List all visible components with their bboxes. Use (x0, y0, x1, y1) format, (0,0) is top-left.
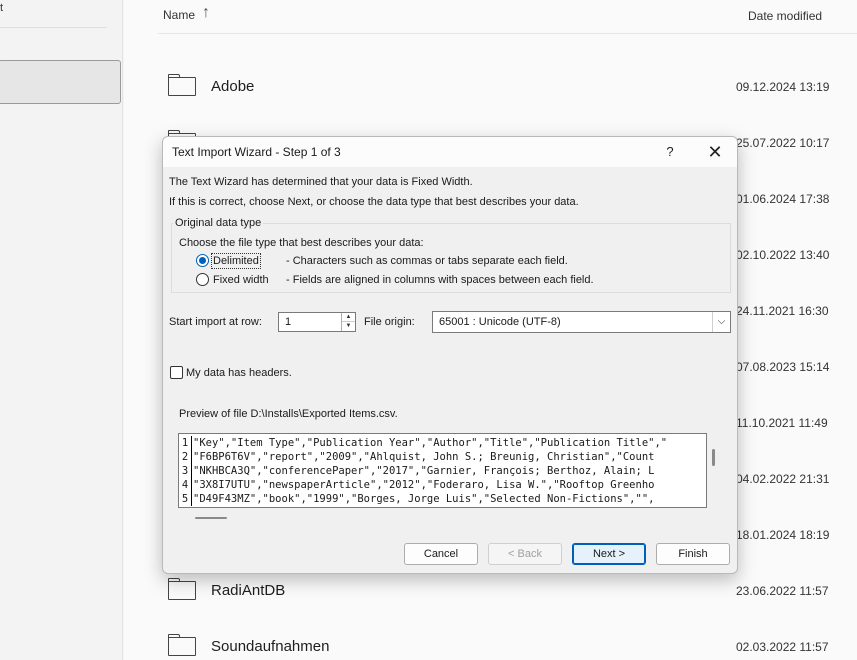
preview-label: Preview of file D:\Installs\Exported Ite… (179, 408, 398, 420)
preview-horizontal-scrollbar[interactable] (195, 517, 227, 519)
preview-line: 3 "NKHBCA3Q","conferencePaper","2017","Ga… (179, 464, 654, 478)
folder-icon (168, 74, 196, 96)
folder-date: 11.10.2021 11:49 (736, 416, 828, 430)
preview-line-number: 1 (179, 436, 192, 450)
preview-line-number: 4 (179, 478, 192, 492)
preview-line-text: "3X8I7UTU","newspaperArticle","2012","Fo… (193, 479, 655, 491)
headers-checkbox[interactable] (170, 366, 183, 379)
help-button[interactable]: ? (650, 137, 690, 167)
folder-date: 02.03.2022 11:57 (736, 640, 829, 654)
header-divider (158, 33, 857, 34)
group-title: Original data type (173, 217, 264, 229)
fixed-width-radio[interactable] (196, 273, 209, 286)
folder-row[interactable]: Soundaufnahmen 02.03.2022 11:57 (158, 620, 857, 660)
preview-line-text: "NKHBCA3Q","conferencePaper","2017","Gar… (193, 465, 655, 477)
nav-item-selected[interactable] (0, 60, 121, 104)
folder-date: 02.10.2022 13:40 (736, 248, 830, 262)
folder-date: 09.12.2024 13:19 (736, 80, 830, 94)
file-origin-label: File origin: (364, 316, 415, 328)
folder-date: 18.01.2024 18:19 (736, 528, 830, 542)
file-origin-value: 65001 : Unicode (UTF-8) (439, 316, 561, 328)
folder-icon (168, 634, 196, 656)
close-button[interactable]: ✕ (693, 137, 737, 167)
preview-line: 5 "D49F43MZ","book","1999","Borges, Jorge… (179, 492, 654, 506)
back-button[interactable]: < Back (488, 543, 562, 565)
folder-date: 01.06.2024 17:38 (736, 192, 830, 206)
delimited-label[interactable]: Delimited (211, 253, 261, 269)
text-import-wizard-dialog: Text Import Wizard - Step 1 of 3 ? ✕ The… (162, 136, 738, 574)
preview-line-number: 3 (179, 464, 192, 478)
fixed-width-label[interactable]: Fixed width (213, 274, 269, 286)
folder-name: RadiAntDB (211, 582, 286, 599)
delimited-description: - Characters such as commas or tabs sepa… (286, 255, 568, 267)
headers-label[interactable]: My data has headers. (186, 367, 292, 379)
folder-date: 24.11.2021 16:30 (736, 304, 829, 318)
nav-label: t (0, 2, 4, 14)
spinner-buttons: ▲ ▼ (341, 313, 355, 331)
preview-vertical-scrollbar[interactable] (712, 449, 715, 466)
screen: t Name ↑ Date modified Adobe 09.12.2024 … (0, 0, 857, 660)
next-button[interactable]: Next > (572, 543, 646, 565)
navigation-pane: t (0, 0, 123, 660)
finish-button[interactable]: Finish (656, 543, 730, 565)
folder-date: 25.07.2022 10:17 (736, 136, 830, 150)
wizard-instruction: If this is correct, choose Next, or choo… (169, 196, 579, 208)
delimited-radio[interactable] (196, 254, 209, 267)
preview-line-number: 5 (179, 492, 192, 506)
folder-date: 23.06.2022 11:57 (736, 584, 829, 598)
preview-line-text: "D49F43MZ","book","1999","Borges, Jorge … (193, 493, 655, 505)
cancel-button[interactable]: Cancel (404, 543, 478, 565)
folder-date: 04.02.2022 21:31 (736, 472, 830, 486)
folder-row[interactable]: Adobe 09.12.2024 13:19 (158, 60, 857, 116)
column-header-name[interactable]: Name (163, 8, 195, 22)
folder-name: Adobe (211, 78, 255, 95)
nav-divider (0, 27, 107, 28)
preview-line-text: "Key","Item Type","Publication Year","Au… (193, 437, 668, 449)
dialog-title: Text Import Wizard - Step 1 of 3 (172, 145, 341, 159)
wizard-message: The Text Wizard has determined that your… (169, 176, 473, 188)
choose-file-type-label: Choose the file type that best describes… (179, 237, 424, 249)
preview-line-number: 2 (179, 450, 192, 464)
fixed-width-description: - Fields are aligned in columns with spa… (286, 274, 594, 286)
start-row-spinner[interactable]: 1 ▲ ▼ (278, 312, 356, 332)
folder-icon (168, 578, 196, 600)
preview-line: 2 "F6BP6T6V","report","2009","Ahlquist, J… (179, 450, 654, 464)
preview-line-text: "F6BP6T6V","report","2009","Ahlquist, Jo… (193, 451, 655, 463)
preview-line: 4 "3X8I7UTU","newspaperArticle","2012","F… (179, 478, 654, 492)
spin-down-icon[interactable]: ▼ (342, 322, 355, 331)
column-header-date-modified[interactable]: Date modified (748, 9, 822, 23)
start-row-label: Start import at row: (169, 316, 262, 328)
folder-name: Soundaufnahmen (211, 638, 330, 655)
start-row-value: 1 (285, 316, 292, 328)
preview-line: 1 "Key","Item Type","Publication Year","A… (179, 436, 667, 450)
spin-up-icon[interactable]: ▲ (342, 313, 355, 322)
file-preview[interactable]: 1 "Key","Item Type","Publication Year","A… (178, 433, 707, 508)
file-origin-select[interactable]: 65001 : Unicode (UTF-8) ⌵ (432, 311, 731, 333)
chevron-down-icon[interactable]: ⌵ (712, 312, 730, 332)
folder-date: 07.08.2023 15:14 (736, 360, 830, 374)
dialog-title-bar[interactable]: Text Import Wizard - Step 1 of 3 ? ✕ (163, 137, 737, 167)
sort-ascending-icon: ↑ (202, 4, 210, 21)
